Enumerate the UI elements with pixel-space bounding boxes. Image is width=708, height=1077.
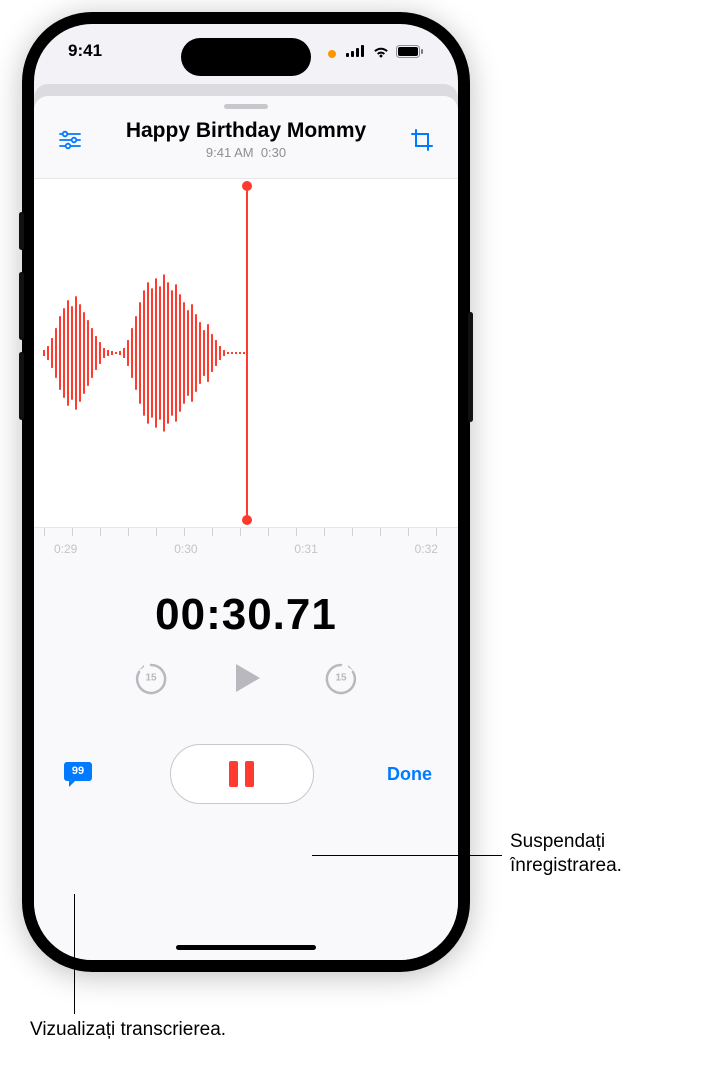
crop-icon[interactable] xyxy=(404,122,440,158)
side-button-power xyxy=(468,312,473,422)
side-button-mute xyxy=(19,212,24,250)
ruler-tick: 0:31 xyxy=(294,542,317,556)
status-time: 9:41 xyxy=(68,41,102,61)
ruler-tick: 0:30 xyxy=(174,542,197,556)
phone-screen: 9:41 Happy Birthday Mommy 9:41 AM 0:30 xyxy=(34,24,458,960)
phone-frame: 9:41 Happy Birthday Mommy 9:41 AM 0:30 xyxy=(22,12,470,972)
play-button[interactable] xyxy=(226,658,266,698)
cellular-icon xyxy=(346,45,366,57)
status-right xyxy=(346,45,424,58)
playback-controls: 15 15 xyxy=(34,658,458,698)
side-button-vol-up xyxy=(19,272,24,340)
skip-back-button[interactable]: 15 xyxy=(132,659,170,697)
home-indicator[interactable] xyxy=(176,945,316,950)
callout-transcribe: Vizualizați transcrierea. xyxy=(30,1018,226,1042)
header-row: Happy Birthday Mommy 9:41 AM 0:30 xyxy=(34,113,458,160)
svg-text:99: 99 xyxy=(72,765,84,777)
recording-subtitle: 9:41 AM 0:30 xyxy=(88,145,404,160)
callout-line xyxy=(74,894,75,1014)
callout-line xyxy=(312,855,502,856)
dynamic-island xyxy=(181,38,311,76)
pause-icon xyxy=(229,761,254,787)
skip-forward-button[interactable]: 15 xyxy=(322,659,360,697)
skip-forward-label: 15 xyxy=(335,673,346,684)
side-button-vol-down xyxy=(19,352,24,420)
battery-icon xyxy=(396,45,424,58)
time-ruler: 0:29 0:30 0:31 0:32 xyxy=(34,536,458,556)
playhead[interactable] xyxy=(246,185,248,521)
callout-pause: Suspendați înregistrarea. xyxy=(510,830,700,878)
ruler-tick: 0:29 xyxy=(54,542,77,556)
ruler-tick: 0:32 xyxy=(415,542,438,556)
sheet-grabber[interactable] xyxy=(224,104,268,109)
bottom-controls: 99 Done xyxy=(34,744,458,804)
pause-record-button[interactable] xyxy=(170,744,314,804)
wifi-icon xyxy=(372,45,390,58)
recording-indicator-dot xyxy=(328,50,336,58)
recording-duration: 0:30 xyxy=(261,145,286,160)
recording-sheet: Happy Birthday Mommy 9:41 AM 0:30 xyxy=(34,96,458,960)
recording-time: 9:41 AM xyxy=(206,145,254,160)
speech-bubble-icon: 99 xyxy=(63,760,93,788)
transcribe-button[interactable]: 99 xyxy=(60,756,96,792)
settings-icon[interactable] xyxy=(52,122,88,158)
skip-back-label: 15 xyxy=(145,673,156,684)
done-button[interactable]: Done xyxy=(387,764,432,785)
ruler-ticks xyxy=(44,528,448,536)
waveform-area[interactable] xyxy=(34,178,458,528)
elapsed-timer: 00:30.71 xyxy=(34,590,458,640)
recording-title[interactable]: Happy Birthday Mommy xyxy=(88,119,404,143)
